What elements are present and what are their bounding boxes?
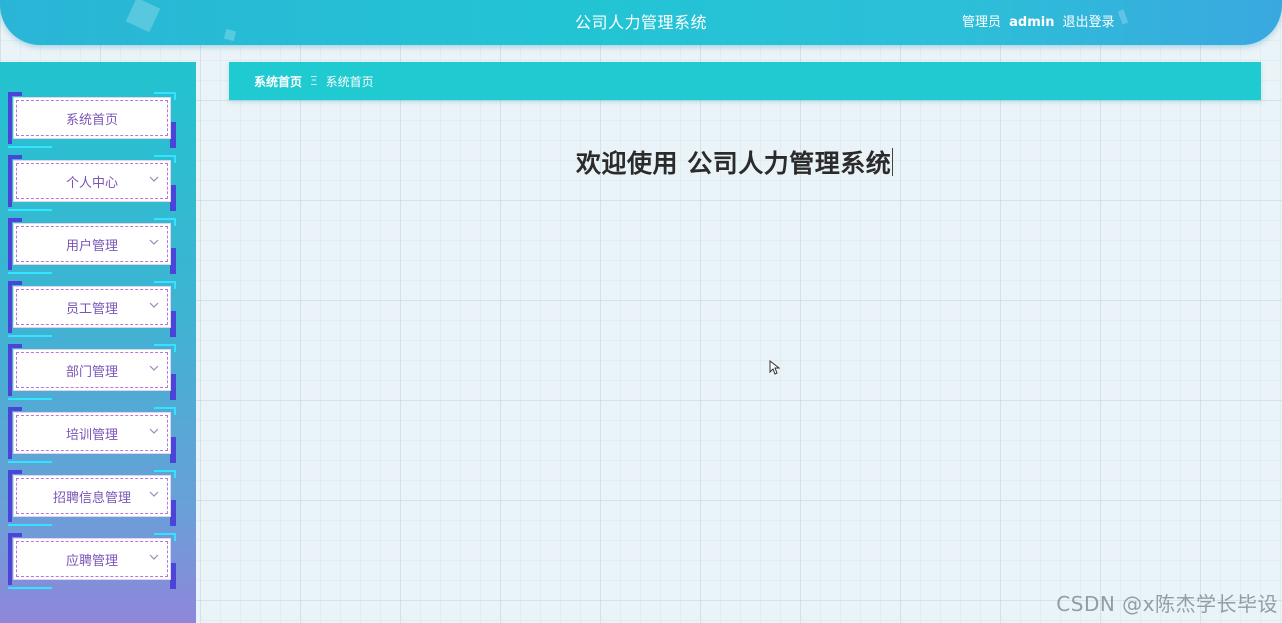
welcome-prefix: 欢迎使用 xyxy=(576,149,679,178)
menu-button[interactable]: 个人中心 xyxy=(13,160,171,202)
chevron-down-icon[interactable] xyxy=(148,173,160,185)
sidebar-item-label: 培训管理 xyxy=(65,427,118,443)
sidebar-item-home[interactable]: 系统首页 xyxy=(8,92,176,148)
sidebar-item-department-management[interactable]: 部门管理 xyxy=(8,344,176,400)
chevron-down-icon[interactable] xyxy=(148,236,160,248)
breadcrumb-home-link[interactable]: 系统首页 xyxy=(254,73,302,90)
menu-button[interactable]: 招聘信息管理 xyxy=(13,475,171,517)
welcome-heading: 欢迎使用 公司人力管理系统 xyxy=(576,144,894,180)
menu-button[interactable]: 培训管理 xyxy=(13,412,171,454)
watermark: CSDN @x陈杰学长毕设 xyxy=(1056,592,1278,616)
menu-button[interactable]: 应聘管理 xyxy=(13,538,171,580)
menu-frame-line xyxy=(8,209,52,211)
breadcrumb: 系统首页 Ξ 系统首页 xyxy=(229,62,1261,100)
chevron-down-icon[interactable] xyxy=(148,299,160,311)
chevron-down-icon[interactable] xyxy=(148,488,160,500)
menu-button[interactable]: 部门管理 xyxy=(13,349,171,391)
chevron-down-icon[interactable] xyxy=(148,425,160,437)
sidebar-item-recruitment-info-management[interactable]: 招聘信息管理 xyxy=(8,470,176,526)
user-area: 管理员 admin 退出登录 xyxy=(962,11,1115,30)
welcome-system-name: 公司人力管理系统 xyxy=(687,149,892,178)
menu-frame-line xyxy=(8,524,52,526)
menu-frame-line xyxy=(8,461,52,463)
sidebar-item-user-management[interactable]: 用户管理 xyxy=(8,218,176,274)
user-role-label: 管理员 xyxy=(962,15,1002,30)
sidebar-item-label: 员工管理 xyxy=(65,301,118,317)
sidebar-item-label: 个人中心 xyxy=(65,175,118,191)
sidebar-item-label: 部门管理 xyxy=(65,364,118,380)
user-role: 管理员 admin xyxy=(962,11,1055,30)
menu-frame-line xyxy=(8,335,52,337)
sidebar-item-label: 应聘管理 xyxy=(65,553,118,569)
mouse-pointer-icon xyxy=(769,360,780,375)
chevron-down-icon[interactable] xyxy=(148,551,160,563)
sidebar-item-application-management[interactable]: 应聘管理 xyxy=(8,533,176,589)
breadcrumb-separator: Ξ xyxy=(310,74,318,88)
menu-frame-line xyxy=(8,272,52,274)
menu-frame-line xyxy=(8,146,52,148)
logout-link[interactable]: 退出登录 xyxy=(1063,11,1115,30)
top-header: 公司人力管理系统 管理员 admin 退出登录 xyxy=(0,0,1282,45)
sidebar-item-employee-management[interactable]: 员工管理 xyxy=(8,281,176,337)
sidebar-item-label: 招聘信息管理 xyxy=(52,490,131,506)
menu-frame-line xyxy=(8,398,52,400)
breadcrumb-page: 系统首页 xyxy=(325,74,374,89)
user-name: admin xyxy=(1009,15,1055,30)
sidebar-item-training-management[interactable]: 培训管理 xyxy=(8,407,176,463)
menu-button[interactable]: 系统首页 xyxy=(13,97,171,139)
text-caret xyxy=(892,148,894,176)
sidebar-item-label: 系统首页 xyxy=(65,112,118,128)
sidebar-item-personal-center[interactable]: 个人中心 xyxy=(8,155,176,211)
chevron-down-icon[interactable] xyxy=(148,362,160,374)
sidebar-item-label: 用户管理 xyxy=(65,238,118,254)
menu-button[interactable]: 员工管理 xyxy=(13,286,171,328)
menu-frame-line xyxy=(8,587,52,589)
sidebar: 系统首页 个人中心 用户管理 员工管理 部门管理 培训管理 招聘信息管理 应聘管… xyxy=(0,62,196,623)
menu-button[interactable]: 用户管理 xyxy=(13,223,171,265)
